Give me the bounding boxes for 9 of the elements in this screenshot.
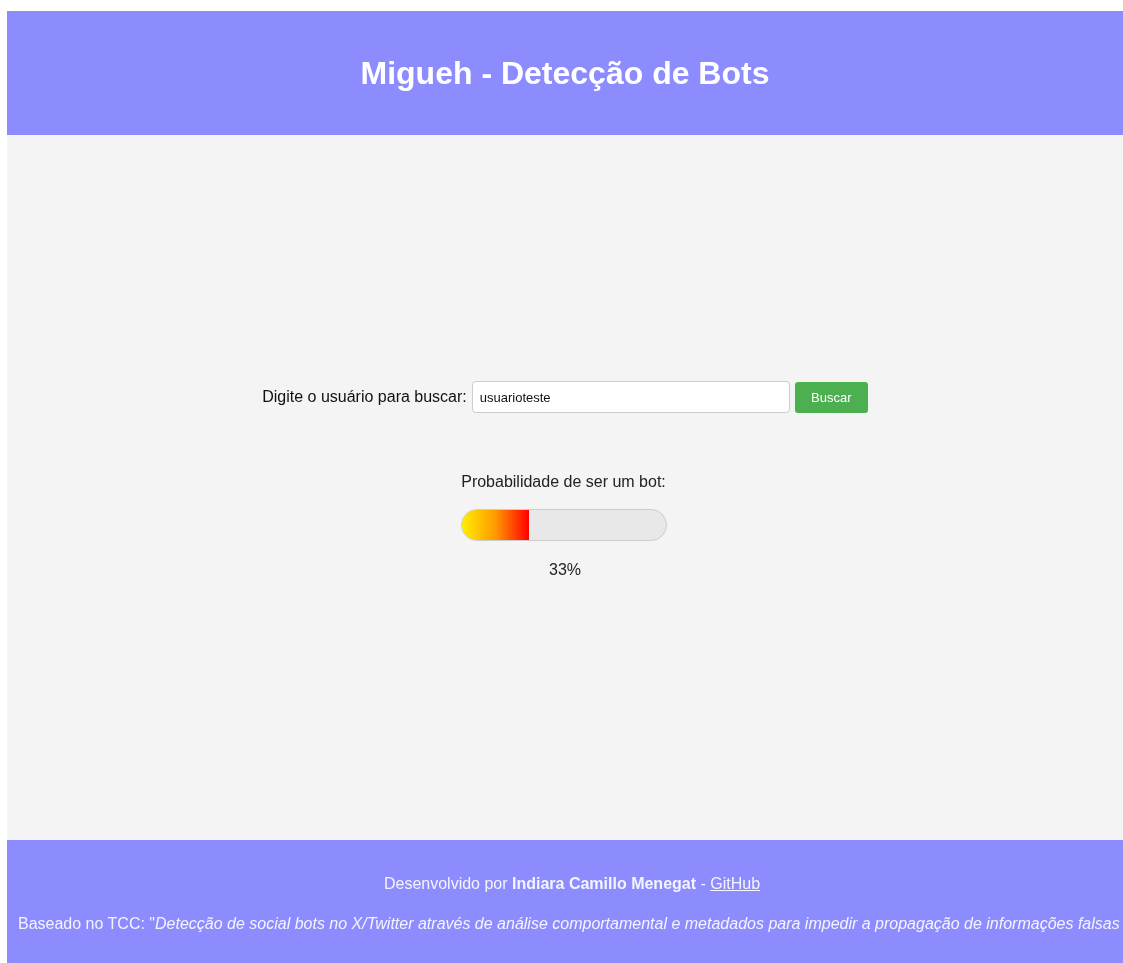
credit-text: Desenvolvido por Indiara Camillo Menegat - [383,875,707,893]
probability-label: Probabilidade de ser um bot: [461,473,666,491]
probability-value: 33% [549,561,581,579]
search-label: Digite o usuário para buscar: [262,388,467,406]
username-field[interactable]: usuarioteste [471,381,790,413]
based-on-text: Baseado no TCC: "Detecção de social bots no X/Twitter através de análise comportamental e metadados para impedir a propagação de informações falsas [18,915,1120,932]
search-button[interactable]: Buscar [794,381,868,413]
github-link[interactable]: GitHub [710,875,761,893]
page-title: Migueh - Detecção de Bots [360,54,770,92]
